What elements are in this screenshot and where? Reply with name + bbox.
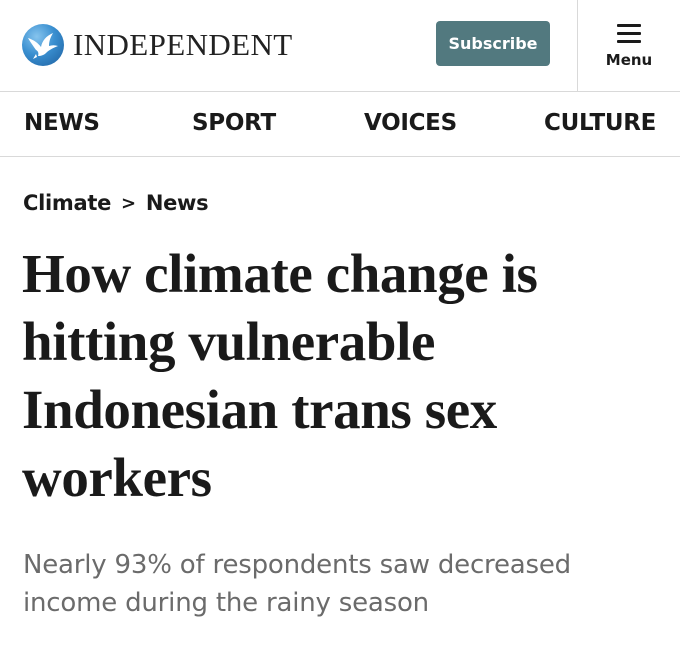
subscribe-button[interactable]: Subscribe [436,21,550,66]
nav-item-culture[interactable]: CULTURE [544,92,656,156]
breadcrumb-separator: > [121,192,136,214]
nav-item-sport[interactable]: SPORT [192,92,276,156]
logo-wordmark: INDEPENDENT [73,27,293,62]
nav-item-news[interactable]: NEWS [24,92,100,156]
menu-button[interactable]: Menu [578,0,680,92]
article-page: INDEPENDENT Subscribe Menu NEWS SPORT VO… [0,0,680,650]
article-headline: How climate change is hitting vulnerable… [22,243,538,508]
menu-label: Menu [605,51,653,69]
breadcrumb-news[interactable]: News [146,191,209,215]
breadcrumb-climate[interactable]: Climate [23,191,111,215]
site-header: INDEPENDENT Subscribe Menu [0,0,680,92]
hamburger-icon [617,24,641,44]
breadcrumb: Climate > News [23,188,209,218]
section-nav: NEWS SPORT VOICES CULTURE [0,92,680,157]
nav-item-voices[interactable]: VOICES [364,92,457,156]
site-logo[interactable]: INDEPENDENT [22,22,293,68]
article-standfirst: Nearly 93% of respondents saw decreased … [23,550,571,618]
eagle-icon [22,24,64,66]
